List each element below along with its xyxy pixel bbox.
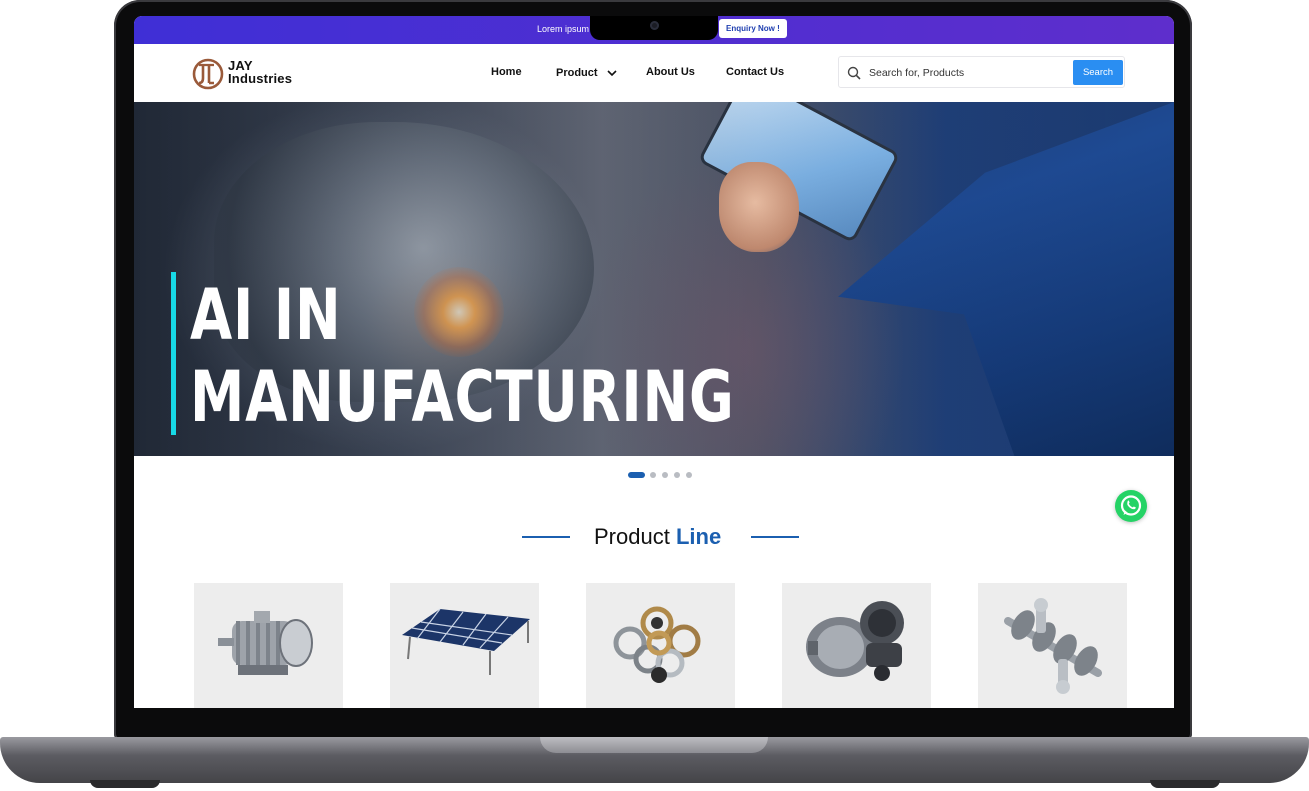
heading-accent: Line: [675, 524, 722, 549]
product-card-gearbox[interactable]: [782, 583, 931, 708]
search-input[interactable]: [867, 64, 1071, 82]
search-icon: [847, 66, 861, 80]
product-line-heading: Product Line: [522, 524, 802, 552]
gearbox-image: [806, 601, 904, 681]
nav-contact-us[interactable]: Contact Us: [726, 66, 784, 78]
navbar: JAY Industries Home Product About Us Con…: [134, 44, 1174, 102]
whatsapp-chat-button[interactable]: [1115, 490, 1147, 522]
hero-title-line1: AI IN: [190, 274, 342, 356]
search-box: Search: [838, 56, 1125, 88]
brand-name: JAY Industries: [228, 59, 292, 85]
carousel-dot[interactable]: [686, 472, 692, 478]
carousel-dot[interactable]: [650, 472, 656, 478]
carousel-dot[interactable]: [674, 472, 680, 478]
hero-title-line2: MANUFACTURING: [190, 356, 735, 438]
whatsapp-icon: [1120, 495, 1142, 516]
heading-divider: [751, 536, 799, 538]
nav-product-label: Product: [556, 67, 598, 79]
enquiry-now-button[interactable]: Enquiry Now !: [719, 19, 787, 38]
solar-panel-image: [402, 608, 530, 675]
carousel-dot[interactable]: [662, 472, 668, 478]
laptop-opening-notch: [540, 737, 768, 753]
screen: Lorem ipsum d Enquiry Now ! JAY Industri…: [134, 16, 1174, 708]
product-card-solar-panel[interactable]: [390, 583, 539, 708]
hero-title: AI IN MANUFACTURING: [190, 274, 735, 438]
carousel-dot[interactable]: [628, 472, 645, 478]
crankshaft-image: [1004, 598, 1102, 694]
ball-bearings-image: [613, 606, 701, 683]
product-line-title: Product Line: [594, 524, 721, 550]
heading-prefix: Product: [594, 524, 670, 549]
camera-icon: [650, 21, 659, 30]
chevron-down-icon: [607, 70, 617, 76]
announcement-text: Lorem ipsum d: [537, 24, 597, 34]
hero-accent-bar: [171, 272, 176, 435]
camera-notch: [590, 16, 718, 40]
brand-logo[interactable]: JAY Industries: [192, 58, 322, 90]
hero-banner[interactable]: AI IN MANUFACTURING: [134, 102, 1174, 456]
nav-product[interactable]: Product: [556, 67, 617, 79]
product-card-ball-bearings[interactable]: [586, 583, 735, 708]
nav-about-us[interactable]: About Us: [646, 66, 695, 78]
laptop-foot: [1150, 780, 1220, 788]
product-card-crankshaft[interactable]: [978, 583, 1127, 708]
laptop-foot: [90, 780, 160, 788]
brand-name-line2: Industries: [228, 71, 293, 86]
nav-home[interactable]: Home: [491, 66, 522, 78]
electric-motor-image: [218, 611, 313, 675]
search-button[interactable]: Search: [1073, 60, 1123, 85]
product-card-electric-motor[interactable]: [194, 583, 343, 708]
brand-logo-mark: [192, 58, 224, 90]
heading-divider: [522, 536, 570, 538]
